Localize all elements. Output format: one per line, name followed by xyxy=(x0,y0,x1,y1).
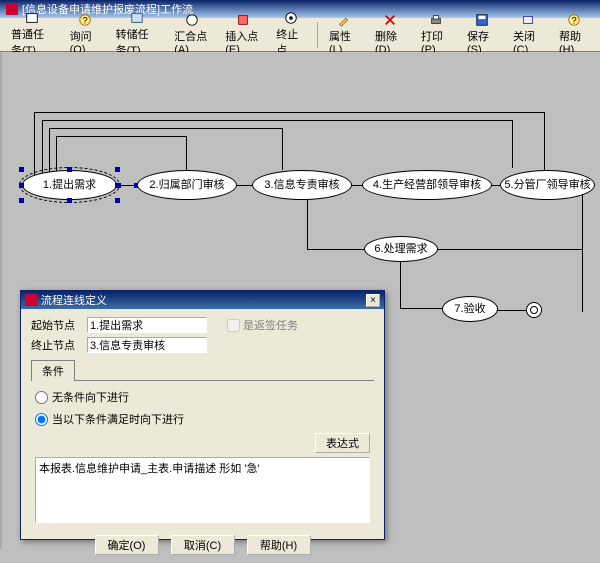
node-7[interactable]: 7.验收 xyxy=(442,296,498,322)
dialog-close-button[interactable]: × xyxy=(366,294,380,307)
connector xyxy=(400,308,445,309)
expression-textarea[interactable]: 本报表.信息维护申请_主表.申请描述 形如 '急' xyxy=(35,457,370,523)
question-icon: ? xyxy=(78,13,92,27)
radio-unconditional-input[interactable] xyxy=(35,391,48,404)
end-node-label: 终止节点 xyxy=(31,337,81,353)
dialog-tabstrip: 条件 xyxy=(31,359,374,381)
toolbar-separator xyxy=(317,22,318,48)
start-node-label: 起始节点 xyxy=(31,317,81,333)
save-icon xyxy=(475,13,489,27)
connector xyxy=(56,136,186,137)
dialog-title: 流程连线定义 xyxy=(41,292,107,308)
selection-handle[interactable] xyxy=(19,198,24,203)
cancel-button[interactable]: 取消(C) xyxy=(171,535,235,555)
connector xyxy=(186,136,187,170)
connector xyxy=(307,197,308,249)
return-sign-checkbox[interactable] xyxy=(227,319,240,332)
connector xyxy=(42,120,512,121)
insert-icon xyxy=(236,13,250,27)
connector xyxy=(49,128,50,175)
tab-condition[interactable]: 条件 xyxy=(31,360,75,381)
svg-text:?: ? xyxy=(571,16,576,27)
connector xyxy=(495,310,527,311)
selection-handle[interactable] xyxy=(115,167,120,172)
connector-definition-dialog: 流程连线定义 × 起始节点 是返签任务 终止节点 条件 无条件向下进行 当以下条… xyxy=(20,290,385,540)
radio-conditional[interactable]: 当以下条件满足时向下进行 xyxy=(35,411,370,427)
merge-icon xyxy=(185,13,199,27)
node-4[interactable]: 4.生产经营部领导审核 xyxy=(362,170,492,200)
main-toolbar: 普通任务(T) ?询问(Q) 转储任务(T) 汇合点(A) 插入点(E) 终止点… xyxy=(0,18,600,52)
delete-icon xyxy=(383,13,397,27)
connector xyxy=(34,112,544,113)
task-icon xyxy=(25,11,39,25)
connector xyxy=(282,128,283,170)
radio-conditional-input[interactable] xyxy=(35,413,48,426)
connector xyxy=(34,112,35,182)
dialog-icon xyxy=(25,294,37,306)
radio-unconditional[interactable]: 无条件向下进行 xyxy=(35,389,370,405)
dialog-buttons: 确定(O) 取消(C) 帮助(H) xyxy=(31,535,374,555)
end-icon xyxy=(284,11,298,25)
dialog-titlebar[interactable]: 流程连线定义 × xyxy=(21,291,384,309)
end-node-input[interactable] xyxy=(87,337,207,353)
selection-handle[interactable] xyxy=(115,198,120,203)
connector xyxy=(512,120,513,168)
dialog-body: 起始节点 是返签任务 终止节点 条件 无条件向下进行 当以下条件满足时向下进行 … xyxy=(21,309,384,563)
ok-button[interactable]: 确定(O) xyxy=(95,535,159,555)
selection-handle[interactable] xyxy=(67,167,72,172)
connector xyxy=(56,136,57,174)
node-2[interactable]: 2.归属部门审核 xyxy=(137,170,237,200)
connector xyxy=(418,249,582,250)
node-3[interactable]: 3.信息专责审核 xyxy=(252,170,352,200)
node-1[interactable]: 1.提出需求 xyxy=(22,170,117,200)
connector xyxy=(400,260,401,308)
print-icon xyxy=(429,13,443,27)
connector xyxy=(42,120,43,178)
selection-handle[interactable] xyxy=(115,183,120,188)
help-button[interactable]: 帮助(H) xyxy=(247,535,311,555)
selection-handle[interactable] xyxy=(19,167,24,172)
node-6[interactable]: 6.处理需求 xyxy=(364,236,438,262)
expression-button[interactable]: 表达式 xyxy=(315,433,370,453)
condition-panel: 无条件向下进行 当以下条件满足时向下进行 表达式 本报表.信息维护申请_主表.申… xyxy=(31,381,374,527)
properties-icon xyxy=(337,13,351,27)
node-5[interactable]: 5.分管厂领导审核 xyxy=(500,170,595,200)
svg-text:?: ? xyxy=(82,16,87,27)
close-icon xyxy=(521,13,535,27)
transfer-icon xyxy=(130,11,144,25)
return-sign-check[interactable]: 是返签任务 xyxy=(227,317,298,333)
help-icon: ? xyxy=(567,13,581,27)
selection-handle[interactable] xyxy=(67,198,72,203)
connector xyxy=(544,112,545,175)
start-node-input[interactable] xyxy=(87,317,207,333)
end-node-inner xyxy=(530,306,538,314)
connector xyxy=(582,190,583,312)
selection-handle[interactable] xyxy=(19,183,24,188)
connector xyxy=(49,128,282,129)
